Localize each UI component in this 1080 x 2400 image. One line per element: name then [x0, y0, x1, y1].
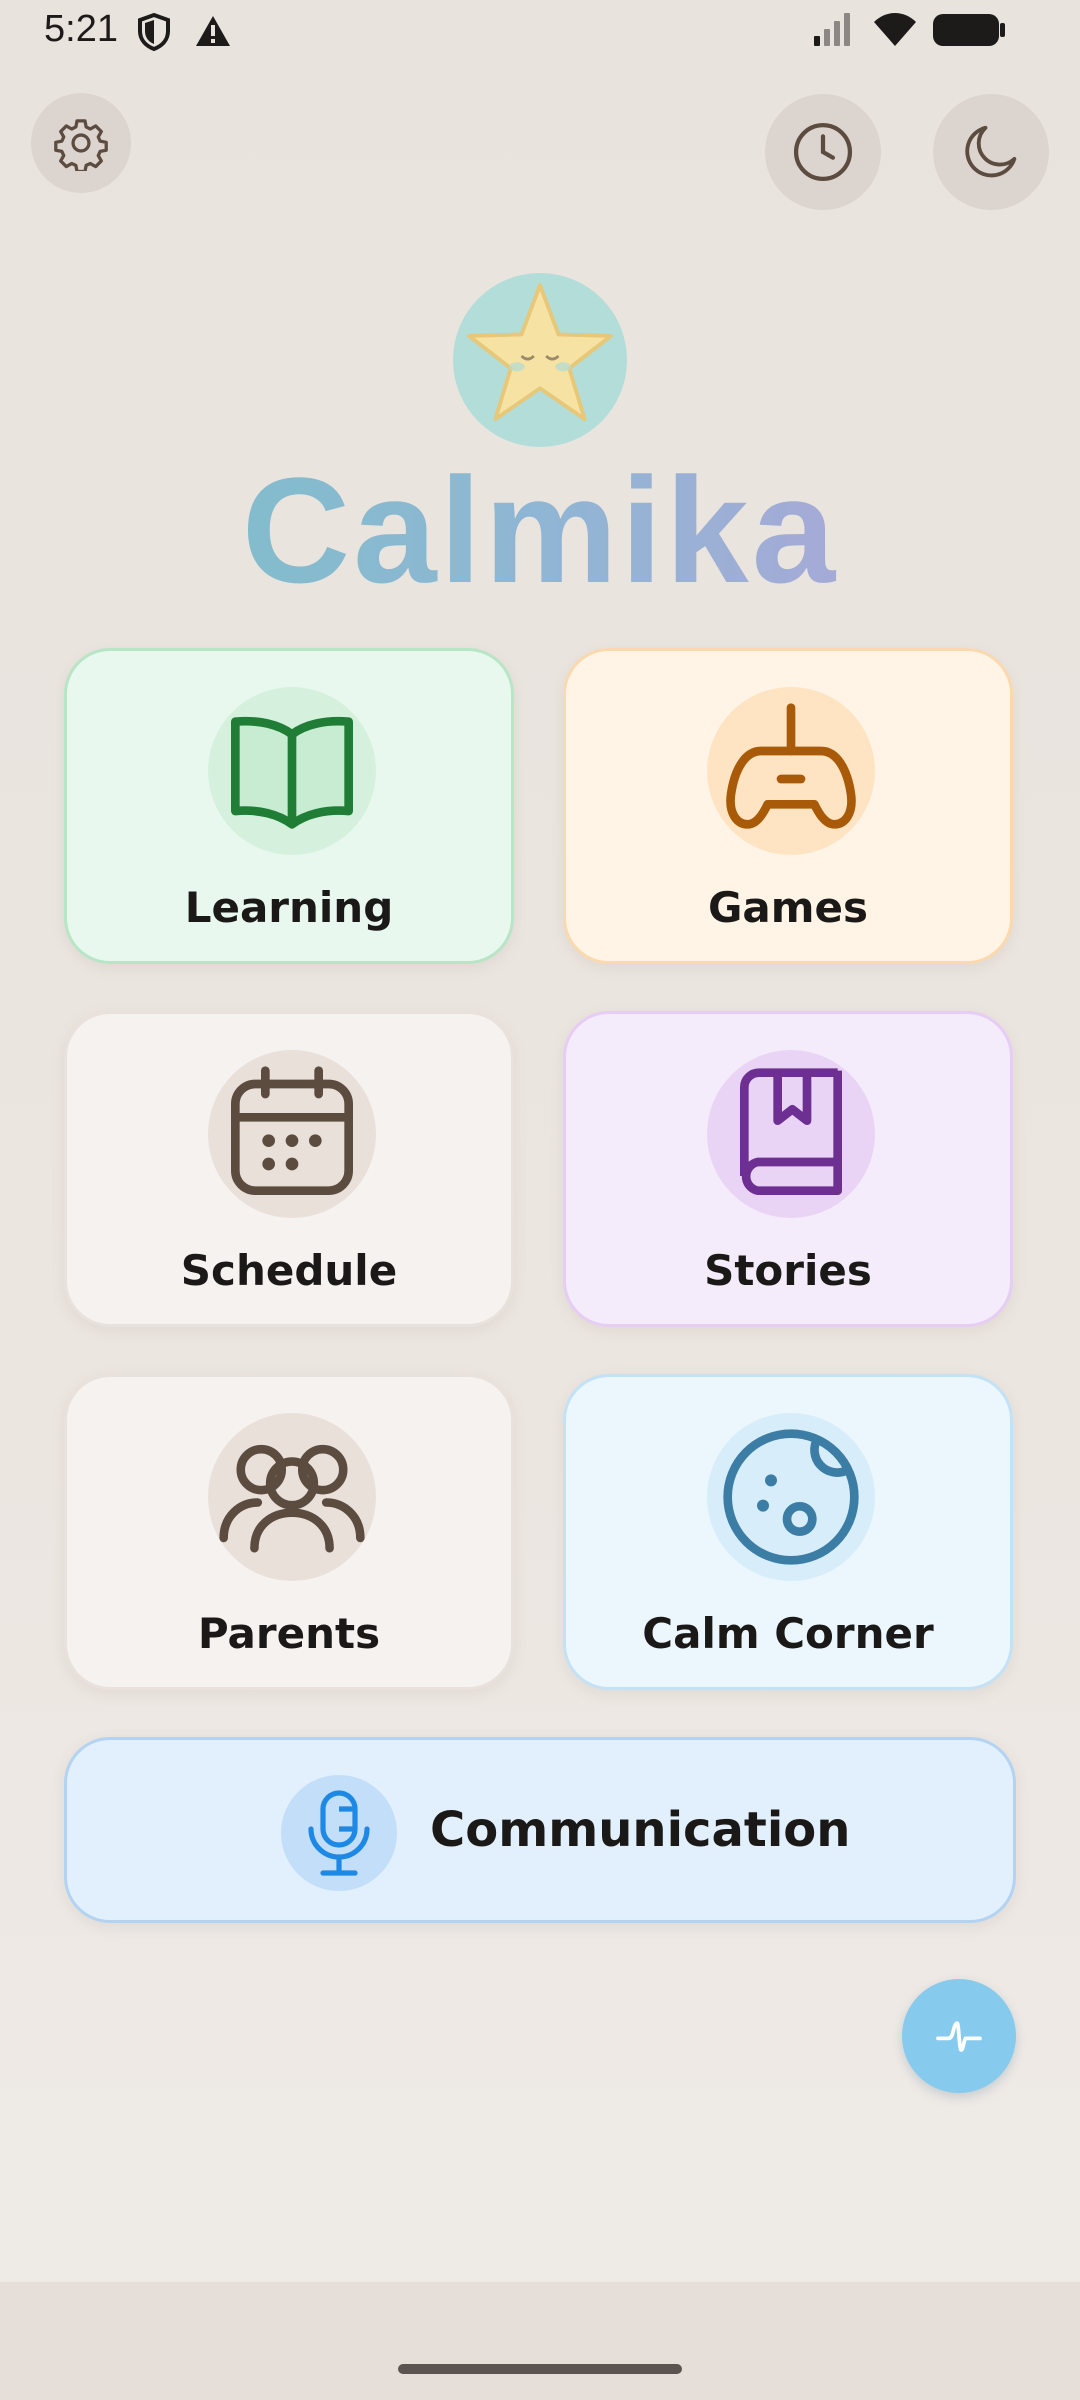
- calm-corner-label: Calm Corner: [642, 1609, 934, 1658]
- pulse-icon: [936, 2021, 982, 2052]
- stories-icon-wrap: [707, 1050, 875, 1218]
- wifi-icon: [874, 13, 916, 46]
- dark-mode-button[interactable]: [933, 94, 1049, 210]
- parents-label: Parents: [197, 1609, 381, 1658]
- learning-label: Learning: [184, 883, 394, 932]
- sleeping-star-icon: [467, 283, 613, 422]
- status-time: 5:21: [44, 8, 118, 50]
- parents-icon-wrap: [208, 1413, 376, 1581]
- warning-icon: [196, 16, 230, 46]
- moon-icon: [965, 125, 1017, 178]
- open-book-icon: [231, 716, 353, 829]
- app-title: Calmika: [0, 455, 1080, 605]
- history-button[interactable]: [765, 94, 881, 210]
- communication-label: Communication: [430, 1802, 851, 1858]
- settings-button[interactable]: [31, 93, 131, 193]
- app-logo: [453, 273, 627, 447]
- signal-icon: [814, 13, 850, 46]
- schedule-label: Schedule: [180, 1246, 398, 1295]
- schedule-card[interactable]: Schedule: [64, 1011, 514, 1327]
- people-icon: [219, 1444, 365, 1553]
- gamepad-icon: [726, 703, 856, 829]
- games-icon-wrap: [707, 687, 875, 855]
- schedule-icon-wrap: [208, 1050, 376, 1218]
- home-indicator[interactable]: [398, 2364, 682, 2374]
- games-label: Games: [707, 883, 869, 932]
- communication-icon-wrap: [281, 1775, 397, 1891]
- calm-corner-icon-wrap: [707, 1413, 875, 1581]
- gear-icon: [54, 119, 108, 171]
- calendar-icon: [231, 1066, 353, 1195]
- moon-planet-icon: [723, 1429, 859, 1565]
- clock-icon: [793, 122, 853, 182]
- pulse-fab-button[interactable]: [902, 1979, 1016, 2093]
- communication-card[interactable]: Communication: [64, 1737, 1016, 1923]
- learning-card[interactable]: Learning: [64, 648, 514, 964]
- bookmarked-book-icon: [740, 1068, 842, 1195]
- calm-corner-card[interactable]: Calm Corner: [563, 1374, 1013, 1690]
- games-card[interactable]: Games: [563, 648, 1013, 964]
- battery-icon: [933, 14, 1005, 46]
- navigation-bar: [0, 2282, 1080, 2400]
- shield-icon: [138, 12, 170, 52]
- stories-label: Stories: [704, 1246, 872, 1295]
- stories-card[interactable]: Stories: [563, 1011, 1013, 1327]
- microphone-icon: [308, 1790, 370, 1876]
- parents-card[interactable]: Parents: [64, 1374, 514, 1690]
- learning-icon-wrap: [208, 687, 376, 855]
